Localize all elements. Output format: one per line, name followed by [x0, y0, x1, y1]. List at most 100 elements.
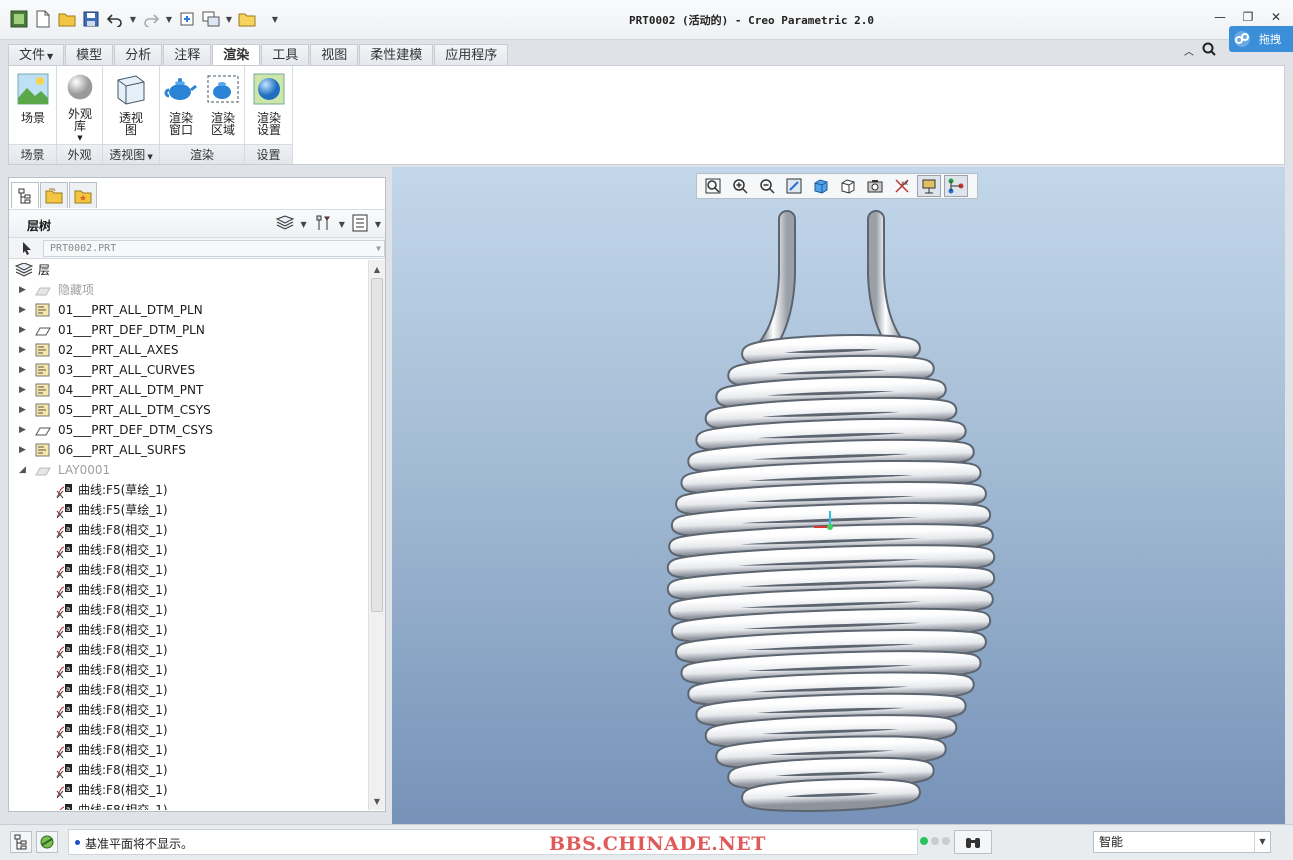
layer-item[interactable]: ▶ 06___PRT_ALL_SURFS [9, 440, 369, 460]
curve-item[interactable]: a 曲线:F8(相交_1) [9, 640, 369, 660]
scroll-thumb[interactable] [371, 278, 383, 612]
layer-item[interactable]: ▶ 05___PRT_ALL_DTM_CSYS [9, 400, 369, 420]
close-window-icon[interactable] [236, 8, 258, 30]
layer-item[interactable]: ▶ 04___PRT_ALL_DTM_PNT [9, 380, 369, 400]
expanded-arrow-icon[interactable]: ◢ [19, 460, 26, 480]
collapse-ribbon-icon[interactable]: ︿ [1184, 43, 1194, 58]
render-region-button[interactable]: 渲染区域 [202, 72, 244, 144]
repaint-icon[interactable] [782, 175, 806, 197]
collapsed-arrow-icon[interactable]: ▶ [19, 340, 26, 360]
annotation-display-icon[interactable] [944, 175, 968, 197]
saved-views-icon[interactable] [836, 175, 860, 197]
layers-icon[interactable] [275, 215, 295, 234]
tab-render[interactable]: 渲染 [212, 44, 261, 67]
curve-item[interactable]: a 曲线:F8(相交_1) [9, 580, 369, 600]
zoom-in-icon[interactable] [728, 175, 752, 197]
display-style-icon[interactable] [809, 175, 833, 197]
tab-favorites[interactable] [69, 182, 97, 208]
curve-item[interactable]: a 曲线:F5(草绘_1) [9, 500, 369, 520]
tab-folder-browser[interactable] [40, 182, 68, 208]
windows-dropdown-icon[interactable]: ▼ [224, 8, 234, 30]
curve-item[interactable]: a 曲线:F5(草绘_1) [9, 480, 369, 500]
tab-applications[interactable]: 应用程序 [434, 44, 509, 66]
tools-icon[interactable] [313, 214, 333, 235]
tab-file[interactable]: 文件 ▼ [8, 44, 65, 66]
collapsed-arrow-icon[interactable]: ▶ [19, 320, 26, 340]
minimize-icon[interactable]: — [1213, 10, 1227, 24]
collapsed-arrow-icon[interactable]: ▶ [19, 440, 26, 460]
layer-item[interactable]: ▶ 03___PRT_ALL_CURVES [9, 360, 369, 380]
open-folder-icon[interactable] [56, 8, 78, 30]
layer-item[interactable]: ▶ 02___PRT_ALL_AXES [9, 340, 369, 360]
maximize-icon[interactable]: ❐ [1241, 10, 1255, 24]
view-manager-icon[interactable] [863, 175, 887, 197]
tab-annotate[interactable]: 注释 [163, 44, 212, 66]
redo-icon[interactable] [140, 8, 162, 30]
toggle-navigator-icon[interactable] [10, 831, 32, 853]
curve-item[interactable]: a 曲线:F8(相交_1) [9, 540, 369, 560]
collapsed-arrow-icon[interactable]: ▶ [19, 300, 26, 320]
layer-item[interactable]: ▶ 01___PRT_DEF_DTM_PLN [9, 320, 369, 340]
curve-item[interactable]: a 曲线:F8(相交_1) [9, 660, 369, 680]
coil-spring-model[interactable] [392, 167, 1285, 824]
collapsed-arrow-icon[interactable]: ▶ [19, 420, 26, 440]
scroll-up-icon[interactable]: ▲ [369, 261, 385, 277]
curve-item[interactable]: a 曲线:F8(相交_1) [9, 680, 369, 700]
tab-flexible-modeling[interactable]: 柔性建模 [359, 44, 434, 66]
scene-button[interactable]: 场景 [11, 72, 55, 144]
curve-item[interactable]: a 曲线:F8(相交_1) [9, 620, 369, 640]
render-settings-button[interactable]: 渲染设置 [247, 72, 291, 144]
scroll-down-icon[interactable]: ▼ [369, 793, 385, 809]
regenerate-icon[interactable] [176, 8, 198, 30]
layer-item[interactable]: ▶ 隐藏项 [9, 280, 369, 300]
tab-analysis[interactable]: 分析 [114, 44, 163, 66]
layer-item[interactable]: ◢ LAY0001 [9, 460, 369, 480]
collapsed-arrow-icon[interactable]: ▶ [19, 360, 26, 380]
tab-view[interactable]: 视图 [310, 44, 359, 66]
settings-list-icon[interactable] [351, 214, 369, 235]
perspective-button[interactable]: 透视图 [109, 72, 153, 144]
curve-item[interactable]: a 曲线:F8(相交_1) [9, 560, 369, 580]
drag-tab[interactable]: 拖拽 [1229, 26, 1293, 52]
curve-item[interactable]: a 曲线:F8(相交_1) [9, 600, 369, 620]
curve-item[interactable]: a 曲线:F8(相交_1) [9, 720, 369, 740]
render-window-button[interactable]: 渲染窗口 [160, 72, 202, 144]
find-button[interactable] [954, 830, 992, 854]
browser-toggle-icon[interactable] [36, 831, 58, 853]
curve-item[interactable]: a 曲线:F8(相交_1) [9, 520, 369, 540]
save-icon[interactable] [80, 8, 102, 30]
windows-icon[interactable] [200, 8, 222, 30]
close-icon[interactable]: ✕ [1269, 10, 1283, 24]
customize-qat-icon[interactable]: ▼ [270, 8, 280, 30]
tools-dropdown-icon[interactable]: ▼ [339, 220, 345, 229]
undo-dropdown-icon[interactable]: ▼ [128, 8, 138, 30]
datum-display-icon[interactable]: xx [890, 175, 914, 197]
curve-item[interactable]: a 曲线:F8(相交_1) [9, 780, 369, 800]
selection-filter[interactable]: 智能 ▼ [1093, 831, 1271, 853]
curve-item[interactable]: a 曲线:F8(相交_1) [9, 760, 369, 780]
zoom-out-icon[interactable] [755, 175, 779, 197]
collapsed-arrow-icon[interactable]: ▶ [19, 400, 26, 420]
curve-item[interactable]: a 曲线:F8(相交_1) [9, 800, 369, 810]
search-icon[interactable] [1202, 42, 1216, 59]
new-file-icon[interactable] [32, 8, 54, 30]
layers-dropdown-icon[interactable]: ▼ [301, 220, 307, 229]
tab-tools[interactable]: 工具 [261, 44, 310, 66]
layer-item[interactable]: ▶ 01___PRT_ALL_DTM_PLN [9, 300, 369, 320]
tree-scrollbar[interactable]: ▲ ▼ [368, 260, 385, 810]
curve-item[interactable]: a 曲线:F8(相交_1) [9, 740, 369, 760]
model-selector[interactable]: PRT0002.PRT ▼ [43, 240, 385, 257]
refit-icon[interactable] [701, 175, 725, 197]
appearance-gallery-button[interactable]: 外观库 ▼ [58, 72, 102, 144]
tab-model[interactable]: 模型 [65, 44, 114, 66]
tree-root[interactable]: 层 [9, 260, 369, 280]
curve-item[interactable]: a 曲线:F8(相交_1) [9, 700, 369, 720]
undo-icon[interactable] [104, 8, 126, 30]
layer-item[interactable]: ▶ 05___PRT_DEF_DTM_CSYS [9, 420, 369, 440]
app-logo-icon[interactable] [8, 8, 30, 30]
spin-center-icon[interactable] [917, 175, 941, 197]
tab-model-tree[interactable] [11, 182, 39, 208]
settings-dropdown-icon[interactable]: ▼ [375, 220, 381, 229]
redo-dropdown-icon[interactable]: ▼ [164, 8, 174, 30]
graphics-viewport[interactable]: xx [392, 167, 1285, 824]
